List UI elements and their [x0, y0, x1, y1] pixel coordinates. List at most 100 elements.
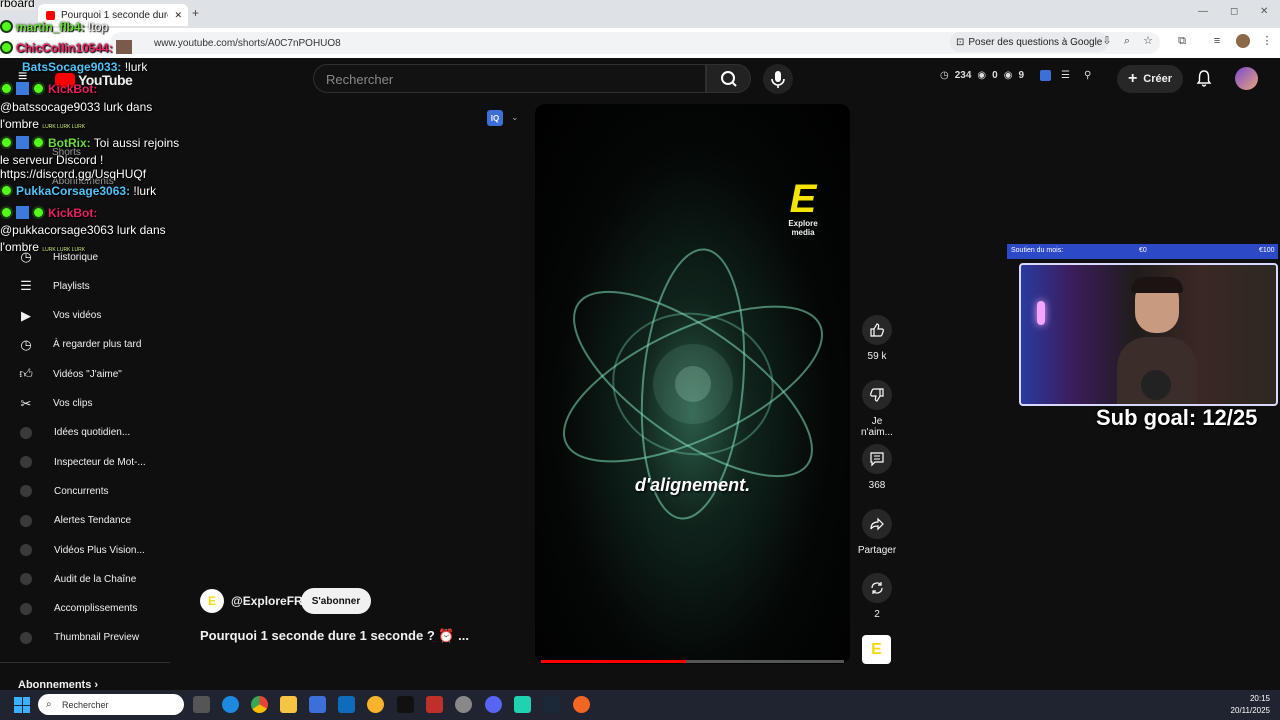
remix-count: 2	[874, 609, 880, 620]
app-icon[interactable]	[573, 696, 590, 713]
video-title[interactable]: Pourquoi 1 seconde dure 1 seconde ? ⏰ ..…	[200, 628, 469, 644]
edge-icon[interactable]	[222, 696, 239, 713]
microphone-arm	[1141, 370, 1171, 400]
sidebar-item[interactable]: Vidéos Plus Vision...	[0, 536, 170, 564]
sidebar-item-label: Alertes Tendance	[54, 515, 132, 527]
new-tab-button[interactable]: +	[192, 6, 199, 20]
discord-icon[interactable]	[485, 696, 502, 713]
obs-icon[interactable]	[397, 696, 414, 713]
comments-button[interactable]: 368	[856, 444, 898, 491]
chat-message: @batssocage9033 lurk dans	[0, 100, 153, 114]
sidebar-item[interactable]: ✂ Vos clips	[0, 390, 170, 418]
extensions-icon[interactable]: ⧉	[1175, 34, 1189, 48]
store-icon[interactable]	[309, 696, 326, 713]
sidebar-item-label: Vidéos Plus Vision...	[54, 544, 145, 556]
vidiq-icon	[20, 426, 32, 439]
playlist-icon: ☰	[20, 278, 32, 294]
minimize-button[interactable]: —	[1198, 6, 1208, 17]
search-button[interactable]	[706, 64, 751, 93]
sound-thumbnail[interactable]: E	[862, 635, 891, 664]
create-button[interactable]: + Créer	[1117, 65, 1183, 93]
chat-message: !lurk	[121, 60, 148, 74]
vidiq-button[interactable]: IQ	[487, 110, 503, 126]
account-avatar[interactable]	[1235, 67, 1258, 90]
chat-link[interactable]: https://discord.gg/UsqHUQf	[0, 167, 146, 181]
kick-badge-icon	[0, 20, 13, 33]
list-icon[interactable]: ☰	[1061, 70, 1070, 81]
record-icon[interactable]	[426, 696, 443, 713]
chat-message: !lurk	[130, 184, 157, 198]
search-icon: ⌕	[46, 699, 52, 710]
google-lens-icon: ⊡	[956, 36, 965, 48]
close-window-button[interactable]: ✕	[1260, 6, 1268, 17]
taskbar-search-label: Rechercher	[62, 699, 109, 710]
chrome-icon[interactable]	[251, 696, 268, 713]
chat-username: BotRix:	[48, 136, 91, 150]
file-explorer-icon[interactable]	[280, 696, 297, 713]
clock-icon: ◷	[940, 70, 949, 81]
chat-line: ChicCollin10544:	[0, 40, 132, 55]
microphone-icon	[771, 71, 785, 88]
video-progress-bar[interactable]	[541, 660, 844, 663]
taskbar-search[interactable]: ⌕ Rechercher	[38, 694, 184, 715]
windows-start-icon[interactable]	[14, 697, 30, 713]
chat-username: martin_flb4:	[16, 20, 85, 34]
emote-icon	[115, 40, 132, 54]
shorts-video-player[interactable]: E Explore media d'alignement.	[535, 104, 850, 664]
notifications-bell-icon[interactable]	[1195, 69, 1213, 87]
remix-button[interactable]: 2	[856, 573, 898, 620]
chat-message: l'ombre	[0, 240, 39, 254]
sidebar-item[interactable]: Alertes Tendance	[0, 507, 170, 535]
vidiq-icon	[20, 602, 32, 615]
sidebar-item[interactable]: ☰ Playlists	[0, 272, 170, 300]
ask-google-label: Poser des questions à Google	[968, 36, 1103, 48]
stat-b: 9	[1018, 70, 1025, 81]
outlook-icon[interactable]	[338, 696, 355, 713]
task-view-icon[interactable]	[193, 696, 210, 713]
vidiq-stats: ◷ 234 ◉ 0 ◉ 9 ☰ ⚲	[940, 70, 1091, 81]
voice-search-button[interactable]	[763, 64, 793, 94]
menu-dots-icon[interactable]: ⋮	[1260, 34, 1274, 48]
sidebar-item[interactable]: ▶ Vos vidéos	[0, 302, 170, 330]
share-button[interactable]: Partager	[856, 509, 898, 556]
maximize-button[interactable]: ◻	[1230, 6, 1238, 17]
sidebar-item[interactable]: 👍︎ Vidéos "J'aime"	[0, 360, 170, 388]
sidebar-item[interactable]: Concurrents	[0, 477, 170, 505]
sidebar-item[interactable]: Inspecteur de Mot-...	[0, 448, 170, 476]
bookmark-star-icon[interactable]: ☆	[1141, 34, 1155, 48]
sidebar-item-label: Concurrents	[54, 485, 109, 497]
chevron-down-icon[interactable]: ⌄	[511, 112, 519, 123]
tab-close-icon[interactable]: ✕	[174, 10, 188, 21]
steam-icon[interactable]	[543, 696, 560, 713]
search-input[interactable]: Rechercher	[313, 64, 706, 93]
kick-badge-icon	[0, 41, 13, 54]
media-icon[interactable]: ≡	[1210, 34, 1224, 48]
sidebar-item[interactable]: Audit de la Chaîne	[0, 565, 170, 593]
trophy-icon[interactable]: ⚲	[1084, 70, 1091, 81]
dislike-button[interactable]: Je n'aim...	[856, 380, 898, 438]
channel-name[interactable]: @ExploreFR	[231, 594, 303, 608]
like-count: 59 k	[867, 351, 887, 362]
subscribe-button[interactable]: S'abonner	[301, 588, 371, 614]
app-icon[interactable]	[367, 696, 384, 713]
channel-avatar[interactable]: E	[200, 589, 224, 613]
ask-google-button[interactable]: ⊡ Poser des questions à Google	[950, 32, 1109, 52]
verified-badge-icon	[32, 136, 45, 149]
explore-media-logo: E Explore media	[785, 179, 821, 237]
video-icon: ▶	[21, 307, 31, 323]
zoom-icon[interactable]: ⌕	[1120, 34, 1134, 48]
profile-icon[interactable]	[1236, 34, 1250, 48]
sidebar-item-label: À regarder plus tard	[53, 339, 142, 351]
system-clock[interactable]: 20:15 20/11/2025	[1231, 693, 1270, 717]
vidiq-icon	[20, 573, 32, 586]
sidebar-item[interactable]: Thumbnail Preview	[0, 624, 170, 652]
install-icon[interactable]: ⇩	[1100, 34, 1114, 48]
notes-icon[interactable]	[514, 696, 531, 713]
steam-link-icon[interactable]	[455, 696, 472, 713]
like-button[interactable]: 59 k	[856, 315, 898, 362]
sidebar-item[interactable]: Idées quotidien...	[0, 419, 170, 447]
vidiq-icon[interactable]	[1040, 70, 1052, 81]
sidebar-item[interactable]: Accomplissements	[0, 595, 170, 623]
sidebar-item[interactable]: ◷ À regarder plus tard	[0, 331, 170, 359]
chat-line: PukkaCorsage3063: !lurk	[0, 184, 156, 198]
